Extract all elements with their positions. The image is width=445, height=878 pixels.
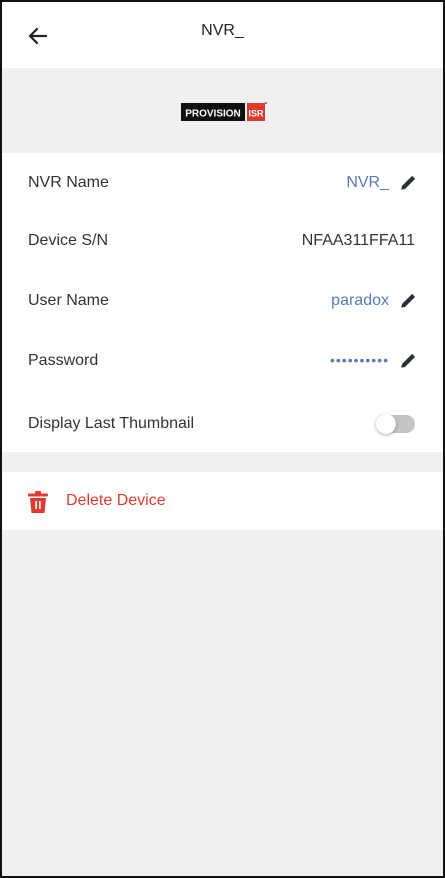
page-title: NVR_ bbox=[201, 22, 244, 39]
user-name-value: paradox bbox=[331, 292, 389, 309]
user-name-row[interactable]: User Name paradox bbox=[2, 276, 443, 326]
app-screen: NVR_ PROVISION ISR NVR Name NVR_ Device … bbox=[0, 0, 445, 878]
trash-icon[interactable] bbox=[28, 491, 48, 513]
app-header: NVR_ bbox=[2, 2, 443, 68]
display-thumbnail-label: Display Last Thumbnail bbox=[28, 415, 195, 432]
edit-nvr-name-pencil-icon[interactable] bbox=[399, 174, 417, 192]
display-thumbnail-row[interactable]: Display Last Thumbnail bbox=[2, 399, 443, 449]
toggle-knob bbox=[376, 414, 396, 434]
logo-text: PROVISION bbox=[185, 109, 241, 120]
provision-isr-logo: PROVISION ISR bbox=[181, 102, 267, 121]
device-sn-label: Device S/N bbox=[28, 232, 109, 249]
display-thumbnail-toggle[interactable] bbox=[376, 414, 415, 434]
nvr-name-label: NVR Name bbox=[28, 174, 109, 191]
device-settings-card: NVR Name NVR_ Device S/N NFAA311FFA11 Us… bbox=[2, 153, 443, 452]
logo-badge-text: ISR bbox=[248, 109, 264, 119]
edit-password-pencil-icon[interactable] bbox=[399, 352, 417, 370]
user-name-label: User Name bbox=[28, 292, 109, 309]
delete-device-card[interactable]: Delete Device bbox=[2, 472, 443, 530]
nvr-name-row[interactable]: NVR Name NVR_ bbox=[2, 158, 443, 208]
password-row[interactable]: Password •••••••••• bbox=[2, 336, 443, 386]
password-label: Password bbox=[28, 352, 99, 369]
edit-user-name-pencil-icon[interactable] bbox=[399, 292, 417, 310]
delete-device-button[interactable]: Delete Device bbox=[66, 492, 166, 510]
device-sn-value: NFAA311FFA11 bbox=[301, 232, 415, 249]
device-sn-row: Device S/N NFAA311FFA11 bbox=[2, 216, 443, 266]
nvr-name-value: NVR_ bbox=[346, 174, 389, 191]
password-masked-value: •••••••••• bbox=[329, 352, 389, 369]
